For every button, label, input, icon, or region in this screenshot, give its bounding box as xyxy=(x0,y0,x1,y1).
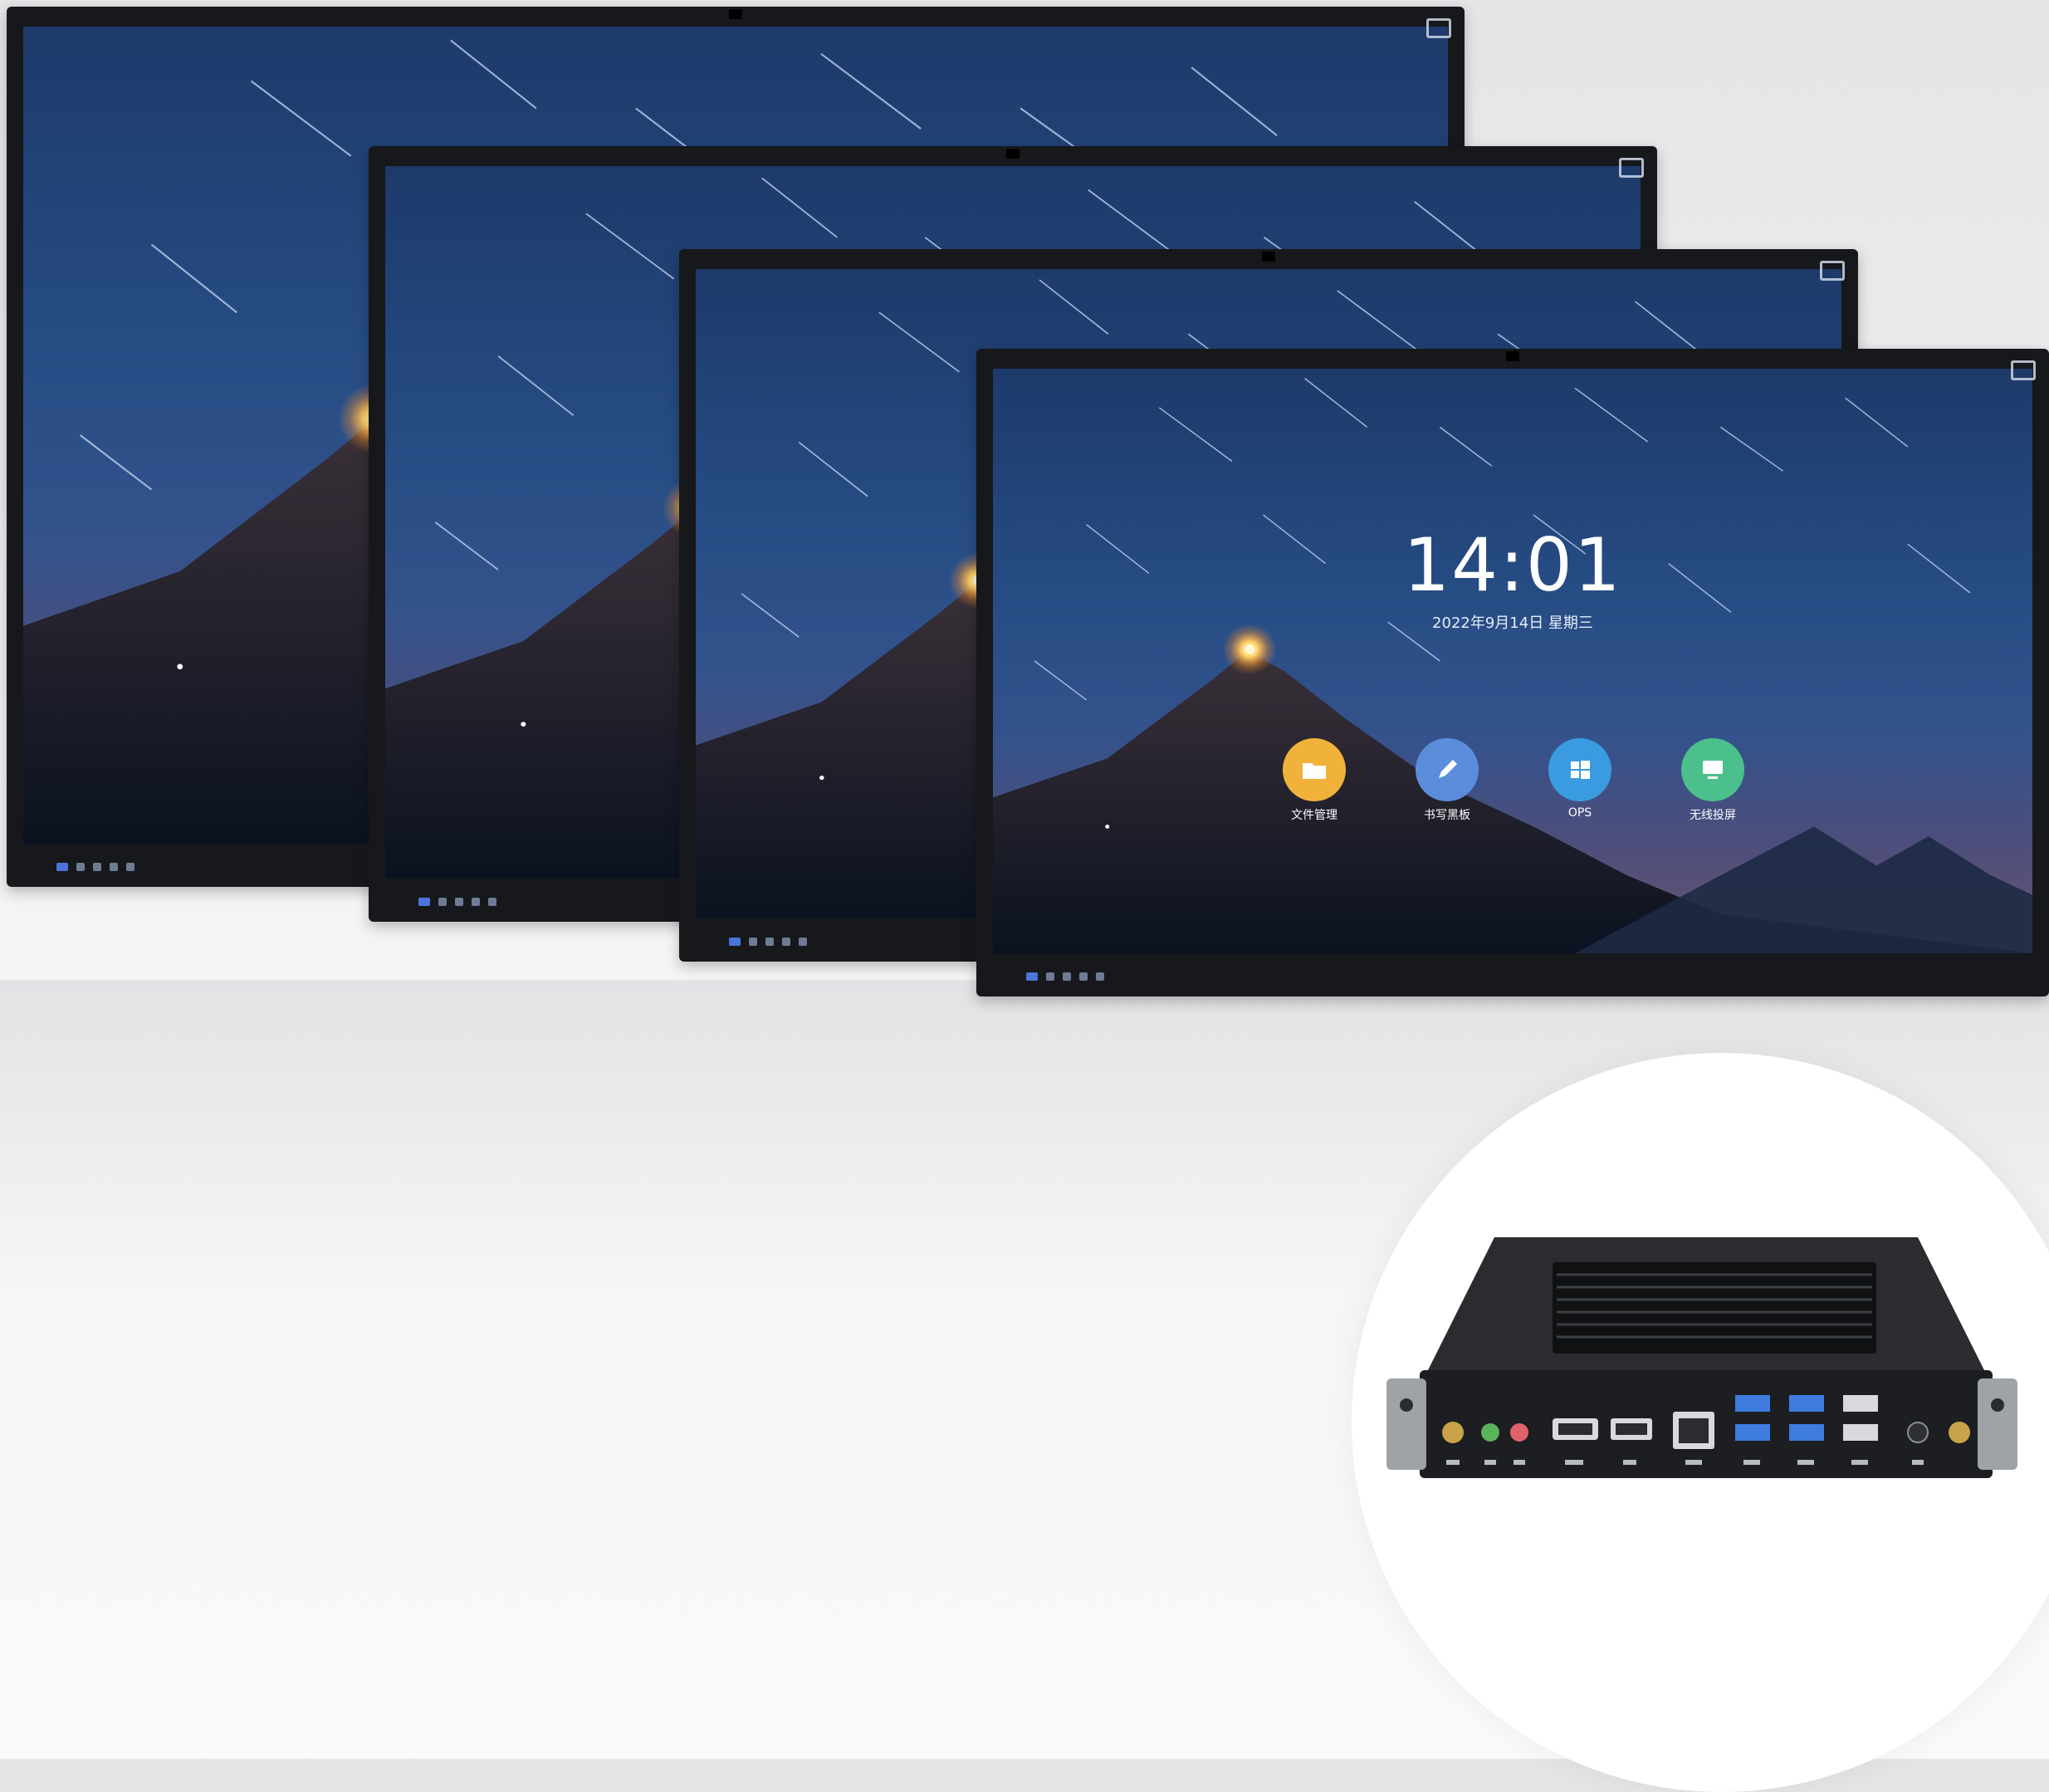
pen-icon xyxy=(1416,738,1479,801)
app-ops[interactable]: OPS xyxy=(1548,738,1612,823)
front-panel-indicators xyxy=(56,859,134,875)
home-date: 2022年9月14日 星期三 xyxy=(1432,614,1593,632)
antenna-icon xyxy=(1442,1422,1464,1443)
home-clock: 14:01 xyxy=(1403,522,1622,608)
app-label: 书写黑板 xyxy=(1424,809,1470,822)
display-screen: 14:01 2022年9月14日 星期三 文件管理 书写黑板 OPS 无线投屏 xyxy=(993,369,2032,953)
screen-annotate-icon[interactable] xyxy=(1619,158,1644,178)
app-label: 文件管理 xyxy=(1291,809,1337,822)
camera xyxy=(1262,252,1275,262)
screen-annotate-icon[interactable] xyxy=(1426,18,1451,38)
starry-mountain-wallpaper xyxy=(993,378,2032,953)
folder-icon xyxy=(1283,738,1346,801)
front-panel-indicators xyxy=(729,933,807,950)
app-whiteboard[interactable]: 书写黑板 xyxy=(1415,738,1479,823)
app-label: 无线投屏 xyxy=(1690,809,1736,822)
camera xyxy=(729,9,742,19)
windows-icon xyxy=(1548,738,1611,801)
home-app-dock: 文件管理 书写黑板 OPS 无线投屏 xyxy=(1282,738,1745,823)
screen-annotate-icon[interactable] xyxy=(1820,261,1845,281)
camera xyxy=(1006,149,1020,159)
app-file-manager[interactable]: 文件管理 xyxy=(1282,738,1347,823)
front-panel-indicators xyxy=(418,894,496,910)
app-wireless-cast[interactable]: 无线投屏 xyxy=(1680,738,1745,823)
screen-cast-icon xyxy=(1681,738,1744,801)
front-panel-indicators xyxy=(1026,968,1104,985)
app-label: OPS xyxy=(1567,806,1592,820)
camera xyxy=(1506,351,1519,361)
screen-annotate-icon[interactable] xyxy=(2011,360,2036,380)
interactive-display-front: 14:01 2022年9月14日 星期三 文件管理 书写黑板 OPS 无线投屏 xyxy=(976,349,2049,996)
ops-computer-module xyxy=(1386,1229,2017,1511)
